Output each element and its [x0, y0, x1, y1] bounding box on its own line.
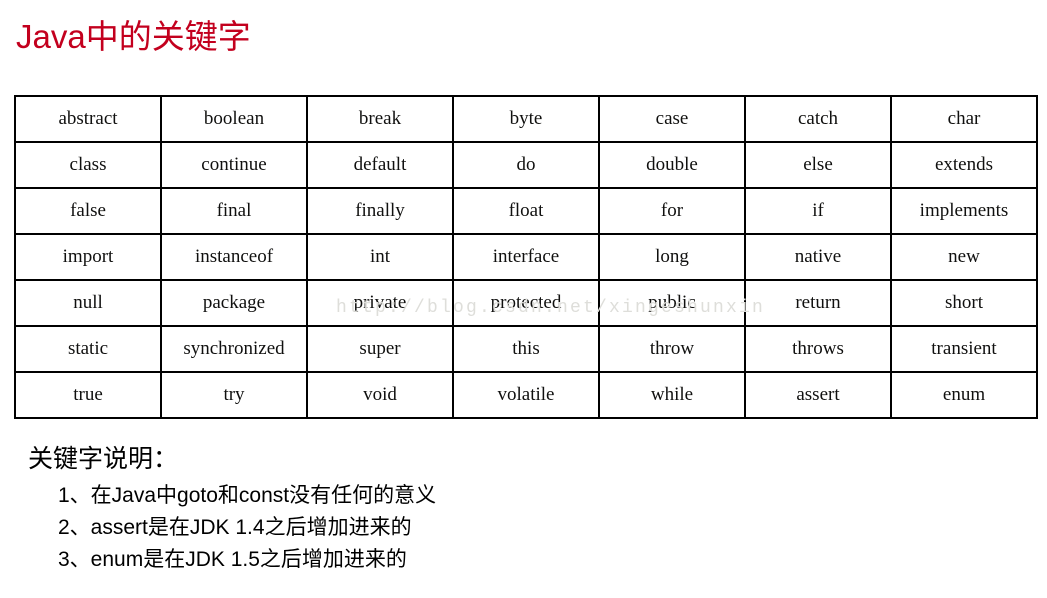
table-cell: else [744, 141, 892, 189]
table-cell: new [890, 233, 1038, 281]
table-cell: default [306, 141, 454, 189]
notes-section: 关键字说明： 1、在Java中goto和const没有任何的意义 2、asser… [28, 444, 648, 575]
table-cell: case [598, 95, 746, 143]
table-cell: package [160, 279, 308, 327]
table-cell: float [452, 187, 600, 235]
table-cell: implements [890, 187, 1038, 235]
table-cell: finally [306, 187, 454, 235]
table-cell: protected [452, 279, 600, 327]
table-cell: continue [160, 141, 308, 189]
table-cell: if [744, 187, 892, 235]
table-cell: false [14, 187, 162, 235]
table-row: class continue default do double else ex… [14, 141, 1038, 189]
table-cell: volatile [452, 371, 600, 419]
table-cell: public [598, 279, 746, 327]
table-cell: do [452, 141, 600, 189]
table-cell: null [14, 279, 162, 327]
table-cell: this [452, 325, 600, 373]
table-cell: long [598, 233, 746, 281]
table-row: import instanceof int interface long nat… [14, 233, 1038, 281]
note-item: 2、assert是在JDK 1.4之后增加进来的 [58, 516, 412, 539]
table-cell: instanceof [160, 233, 308, 281]
table-cell: enum [890, 371, 1038, 419]
table-cell: synchronized [160, 325, 308, 373]
table-row: true try void volatile while assert enum [14, 371, 1038, 419]
table-cell: private [306, 279, 454, 327]
table-cell: char [890, 95, 1038, 143]
table-cell: super [306, 325, 454, 373]
table-cell: throws [744, 325, 892, 373]
table-cell: void [306, 371, 454, 419]
table-cell: for [598, 187, 746, 235]
table-cell: break [306, 95, 454, 143]
table-cell: import [14, 233, 162, 281]
notes-heading: 关键字说明： [28, 445, 179, 473]
table-row: null package private protected public re… [14, 279, 1038, 327]
keyword-table: abstract boolean break byte case catch c… [14, 95, 1038, 419]
note-item: 1、在Java中goto和const没有任何的意义 [58, 484, 437, 507]
page-title: Java中的关键字 [16, 18, 251, 55]
table-cell: transient [890, 325, 1038, 373]
java-keywords-table: abstract boolean break byte case catch c… [14, 95, 1038, 419]
note-item: 3、enum是在JDK 1.5之后增加进来的 [58, 548, 407, 571]
table-cell: catch [744, 95, 892, 143]
table-cell: byte [452, 95, 600, 143]
table-cell: int [306, 233, 454, 281]
table-row: static synchronized super this throw thr… [14, 325, 1038, 373]
table-cell: throw [598, 325, 746, 373]
table-cell: class [14, 141, 162, 189]
table-cell: while [598, 371, 746, 419]
table-cell: double [598, 141, 746, 189]
table-cell: try [160, 371, 308, 419]
table-cell: extends [890, 141, 1038, 189]
table-cell: assert [744, 371, 892, 419]
table-cell: interface [452, 233, 600, 281]
table-cell: static [14, 325, 162, 373]
table-cell: short [890, 279, 1038, 327]
table-row: abstract boolean break byte case catch c… [14, 95, 1038, 143]
table-cell: true [14, 371, 162, 419]
table-cell: return [744, 279, 892, 327]
table-row: false final finally float for if impleme… [14, 187, 1038, 235]
table-cell: boolean [160, 95, 308, 143]
table-cell: final [160, 187, 308, 235]
table-cell: native [744, 233, 892, 281]
table-cell: abstract [14, 95, 162, 143]
